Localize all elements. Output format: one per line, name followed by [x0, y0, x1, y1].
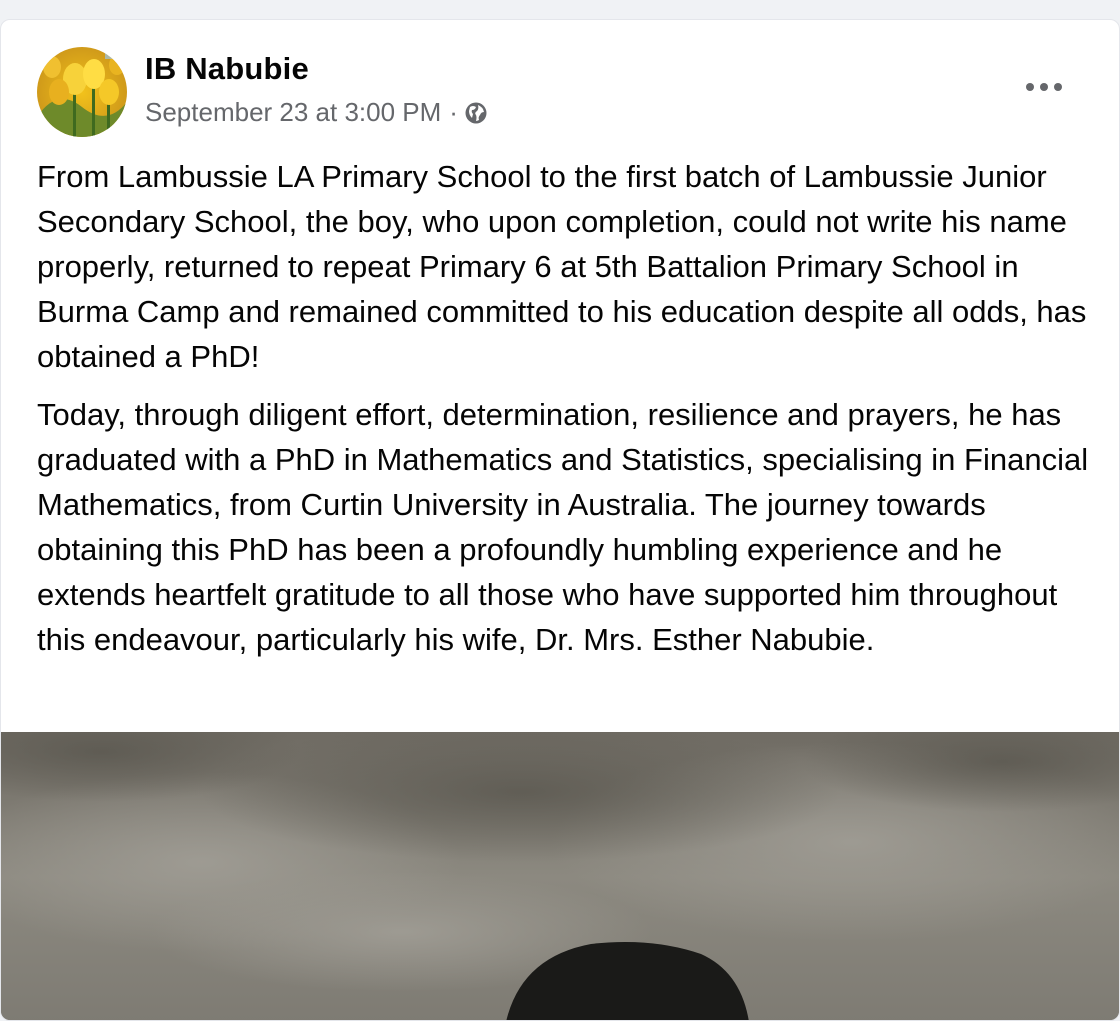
graduation-photo-image	[1, 732, 1119, 1020]
more-options-icon[interactable]	[1021, 76, 1067, 98]
post-timestamp[interactable]: September 23 at 3:00 PM	[145, 97, 441, 128]
globe-icon[interactable]	[464, 101, 488, 125]
author-avatar[interactable]	[37, 47, 127, 137]
meta-separator: ·	[449, 97, 458, 127]
author-name[interactable]: IB Nabubie	[145, 51, 309, 87]
post-card: IB Nabubie September 23 at 3:00 PM · Fro…	[0, 19, 1120, 1021]
post-photo[interactable]	[1, 732, 1119, 1020]
post-paragraph-2: Today, through diligent effort, determin…	[37, 397, 1089, 657]
post-paragraph-1: From Lambussie LA Primary School to the …	[37, 159, 1087, 374]
post-meta: September 23 at 3:00 PM ·	[145, 97, 488, 128]
post-body: From Lambussie LA Primary School to the …	[37, 154, 1097, 675]
avatar-flower-image	[37, 47, 127, 137]
